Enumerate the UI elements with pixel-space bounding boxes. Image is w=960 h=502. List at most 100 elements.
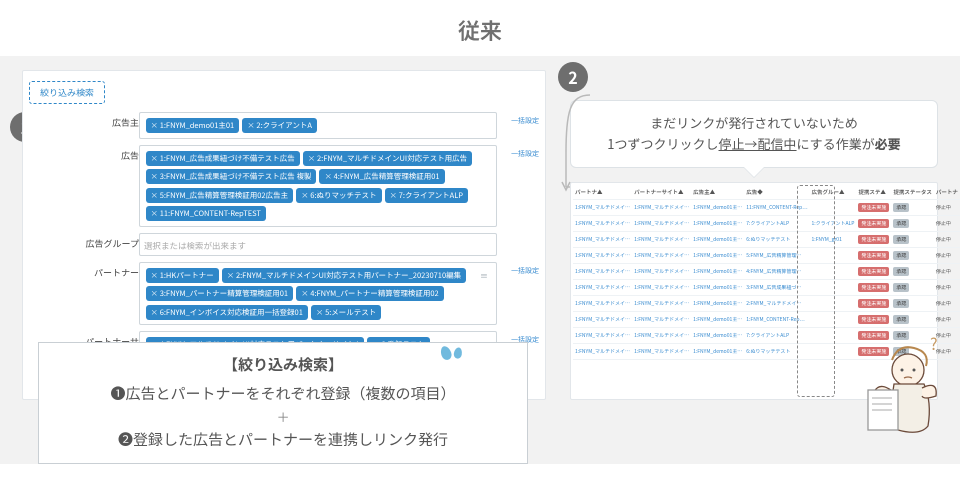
table-cell[interactable]: 1:FNYM_マルチドメイ… [632,232,691,248]
table-header[interactable]: 広告グルー▲ [810,185,857,200]
table-cell[interactable]: 2:FNYM_マルチドメイ… [744,296,809,312]
table-cell[interactable]: 1:FNYM_demo01主… [691,328,744,344]
table-cell[interactable]: 1:FNYM_マルチドメイ… [573,344,632,360]
field-ad-group[interactable]: 選択または検索が出来ます [139,233,497,256]
table-cell[interactable]: 11:FNYM_CONTENT-Rep… [744,200,809,216]
status-cell[interactable]: 承認 [891,296,934,312]
chip[interactable]: 6:FNYM_インボイス対応検証用一括登録01 [146,305,308,320]
chip[interactable]: 5:FNYM_広告精算管理検証用02広告主 [146,188,294,203]
table-cell[interactable]: 1:FNYM_マルチドメイ… [573,232,632,248]
status-cell[interactable]: 発注未実施 [856,248,891,264]
table-cell[interactable]: 1:FNYM_マルチドメイ… [632,280,691,296]
status-cell[interactable]: 発注未実施 [856,232,891,248]
table-cell[interactable]: 6:ぬりマッチテスト [744,232,809,248]
status-cell[interactable]: 承認 [891,248,934,264]
table-cell[interactable]: 1:FNYM_マルチドメイ… [573,280,632,296]
chip[interactable]: 1:FNYM_demo01主01 [146,118,240,133]
table-cell[interactable]: 1:FNYM_マルチドメイ… [632,264,691,280]
table-cell[interactable]: 1:FNYM_demo01主… [691,216,744,232]
chip[interactable]: 11:FNYM_CONTENT-RepTEST [146,206,266,221]
status-cell[interactable]: 発注未実施 [856,216,891,232]
chip[interactable]: 2:FNYM_マルチドメインUI対応テスト用広告 [303,151,472,166]
chip[interactable]: 7:クライアントALP [385,188,469,203]
status-cell[interactable]: 承認 [891,280,934,296]
table-header[interactable]: 提携ステ▲ [856,185,891,200]
status-cell[interactable]: 発注未実施 [856,264,891,280]
table-cell[interactable]: 1:FNYM_demo01主… [691,296,744,312]
table-cell[interactable] [810,264,857,280]
chip[interactable]: 4:FNYM_パートナー精算管理検証用02 [296,286,444,301]
table-cell[interactable]: 7:クライアントALP [744,216,809,232]
table-cell[interactable]: 1:FNYM_マルチドメイ… [573,296,632,312]
table-cell[interactable]: 1:FNYM_マルチドメイ… [632,344,691,360]
table-cell[interactable] [810,248,857,264]
table-cell[interactable]: 1:FNYM_demo01主… [691,248,744,264]
table-cell: 停止中 [934,232,960,248]
table-cell[interactable]: 1:FNYM_マルチドメイ… [573,328,632,344]
chip[interactable]: 1:FNYM_広告成果紐づけ不備テスト広告 [146,151,300,166]
field-ad[interactable]: 1:FNYM_広告成果紐づけ不備テスト広告2:FNYM_マルチドメインUI対応テ… [139,145,497,227]
table-cell[interactable]: 1:FNYM_CONTENT-Rep… [744,312,809,328]
table-cell[interactable]: 1:FNYM_demo01主… [691,232,744,248]
table-cell[interactable]: 1:FNYM_マルチドメイ… [573,216,632,232]
table-cell[interactable]: 1:FNYM_マルチドメイ… [632,216,691,232]
chip[interactable]: 5:メールテスト [311,305,381,320]
table-cell[interactable]: 1:FNYM_マルチドメイ… [573,312,632,328]
table-cell[interactable]: 1:FNYM_マルチドメイ… [632,312,691,328]
table-cell[interactable]: 1:FNYM_マルチドメイ… [573,200,632,216]
status-cell[interactable]: 承認 [891,216,934,232]
bulk-link[interactable]: 一括設定 [497,262,539,276]
table-cell[interactable] [810,280,857,296]
table-header[interactable]: パートナーサイト▲ [632,185,691,200]
chip[interactable]: 1:HKパートナー [146,268,219,283]
status-cell[interactable]: 発注未実施 [856,200,891,216]
row-advertiser: 広告主 1:FNYM_demo01主012:クライアントA 一括設定 [77,112,539,139]
table-cell[interactable]: 1:FNYM_gr01 [810,232,857,248]
field-advertiser[interactable]: 1:FNYM_demo01主012:クライアントA [139,112,497,139]
status-cell[interactable]: 承認 [891,200,934,216]
status-cell[interactable]: 発注未実施 [856,296,891,312]
table-cell[interactable]: 1:クライアントALP [810,216,857,232]
chip[interactable]: 6:ぬりマッチテスト [296,188,381,203]
table-cell[interactable]: 1:FNYM_マルチドメイ… [632,200,691,216]
table-cell[interactable]: 1:FNYM_demo01主… [691,344,744,360]
table-cell[interactable]: 1:FNYM_マルチドメイ… [632,296,691,312]
table-cell[interactable] [810,296,857,312]
table-cell[interactable] [810,200,857,216]
chip[interactable]: 2:FNYM_マルチドメインUI対応テスト用パートナー_20230710編集 [222,268,466,283]
field-partner[interactable]: ≡1:HKパートナー2:FNYM_マルチドメインUI対応テスト用パートナー_20… [139,262,497,326]
bulk-link[interactable]: 一括設定 [497,145,539,159]
table-cell[interactable]: 7:クライアントALP [744,328,809,344]
chip[interactable]: 2:クライアントA [242,118,317,133]
table-header[interactable]: 提携ステータス [891,185,934,200]
table-cell[interactable]: 4:FNYM_広告精算管理… [744,264,809,280]
table-cell[interactable] [810,312,857,328]
table-header[interactable]: 広告◆ [744,185,809,200]
filter-search-button[interactable]: 絞り込み検索 [29,81,105,104]
status-cell[interactable]: 承認 [891,312,934,328]
chip[interactable]: 4:FNYM_広告精算管理検証用01 [319,169,444,184]
status-cell[interactable]: 発注未実施 [856,312,891,328]
table-cell[interactable]: 3:FNYM_広告成果紐づ… [744,280,809,296]
status-cell[interactable]: 承認 [891,232,934,248]
table-cell[interactable]: 1:FNYM_マルチドメイ… [573,248,632,264]
svg-text:?: ? [930,336,938,355]
chip[interactable]: 3:FNYM_パートナー精算管理検証用01 [146,286,294,301]
chip[interactable]: 3:FNYM_広告成果紐づけ不備テスト広告 複製 [146,169,317,184]
table-cell[interactable]: 1:FNYM_demo01主… [691,264,744,280]
bulk-link[interactable]: 一括設定 [497,112,539,126]
table-cell[interactable]: 1:FNYM_demo01主… [691,280,744,296]
table-cell[interactable]: 1:FNYM_マルチドメイ… [632,248,691,264]
table-cell[interactable]: 5:FNYM_広告精算管理… [744,248,809,264]
table-cell[interactable]: 6:ぬりマッチテスト [744,344,809,360]
status-cell[interactable]: 発注未実施 [856,280,891,296]
table-header[interactable]: パートナ▲ [573,185,632,200]
table-cell[interactable]: 1:FNYM_マルチドメイ… [573,264,632,280]
table-header[interactable]: 広告主▲ [691,185,744,200]
status-cell[interactable]: 承認 [891,264,934,280]
table-cell[interactable]: 1:FNYM_マルチドメイ… [632,328,691,344]
table-cell[interactable]: 1:FNYM_demo01主… [691,200,744,216]
links-table: パートナ▲パートナーサイト▲広告主▲広告◆広告グルー▲提携ステ▲提携ステータスパ… [573,185,960,360]
table-cell[interactable]: 1:FNYM_demo01主… [691,312,744,328]
table-header[interactable]: パートナ [934,185,960,200]
